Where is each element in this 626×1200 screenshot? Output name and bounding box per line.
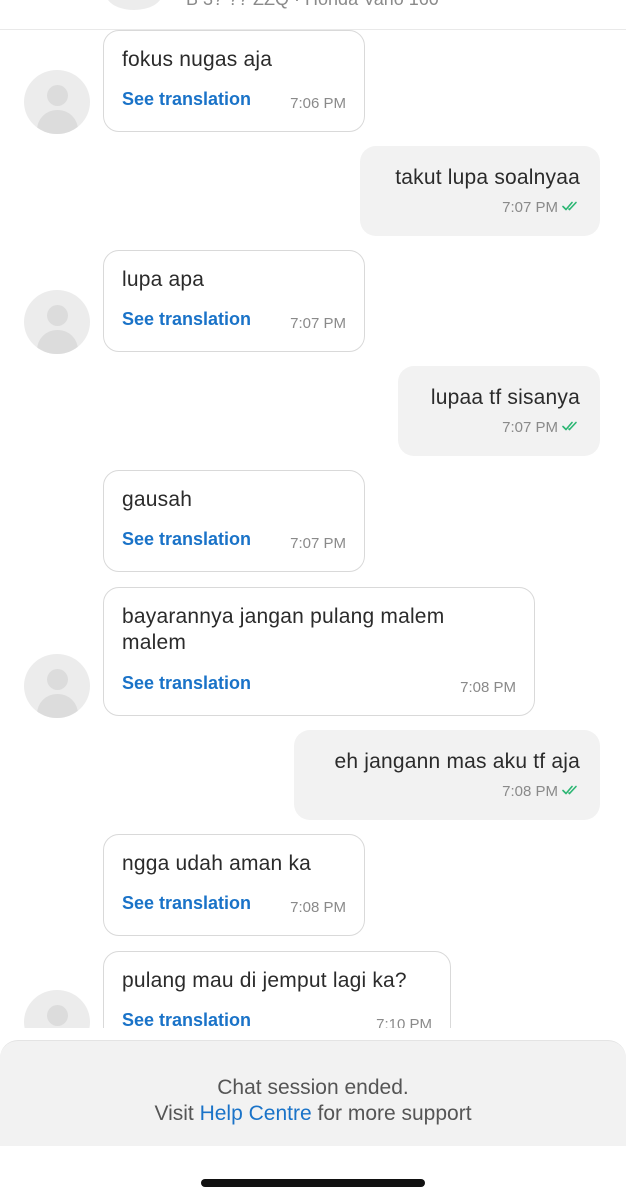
incoming-message[interactable]: lupa apa See translation 7:07 PM bbox=[103, 250, 365, 352]
bottom-safe-area bbox=[0, 1146, 626, 1200]
session-ended-text: Chat session ended. bbox=[217, 1076, 409, 1099]
double-check-icon bbox=[562, 201, 577, 211]
support-text: Visit Help Centre for more support bbox=[0, 1102, 626, 1126]
sender-avatar-icon bbox=[24, 990, 90, 1028]
incoming-message[interactable]: fokus nugas aja See translation 7:06 PM bbox=[103, 30, 365, 132]
message-text: pulang mau di jemput lagi ka? bbox=[122, 969, 407, 992]
see-translation-link[interactable]: See translation bbox=[122, 673, 251, 694]
sender-avatar-icon bbox=[24, 654, 90, 718]
outgoing-message[interactable]: eh jangann mas aku tf aja 7:08 PM bbox=[294, 730, 600, 820]
double-check-icon bbox=[562, 421, 577, 431]
see-translation-link[interactable]: See translation bbox=[122, 1010, 251, 1028]
incoming-message[interactable]: bayarannya jangan pulang malem malem See… bbox=[103, 587, 535, 716]
message-time: 7:07 PM bbox=[502, 199, 558, 216]
see-translation-link[interactable]: See translation bbox=[122, 89, 251, 110]
incoming-message[interactable]: gausah See translation 7:07 PM bbox=[103, 470, 365, 572]
see-translation-link[interactable]: See translation bbox=[122, 893, 251, 914]
vehicle-info: B 3? ?? ZZQ · Honda Vario 160 bbox=[186, 0, 439, 10]
outgoing-message[interactable]: lupaa tf sisanya 7:07 PM bbox=[398, 366, 600, 456]
incoming-message[interactable]: ngga udah aman ka See translation 7:08 P… bbox=[103, 834, 365, 936]
message-text: lupaa tf sisanya bbox=[430, 386, 580, 409]
message-text: fokus nugas aja bbox=[122, 48, 273, 71]
more-support-text: for more support bbox=[317, 1102, 472, 1125]
message-text: bayarannya jangan pulang malem malem bbox=[122, 605, 445, 654]
driver-avatar bbox=[106, 0, 162, 10]
visit-text: Visit bbox=[154, 1102, 194, 1125]
message-time: 7:08 PM bbox=[460, 679, 516, 696]
message-time: 7:07 PM bbox=[502, 419, 558, 436]
message-time: 7:07 PM bbox=[290, 535, 346, 552]
message-time: 7:08 PM bbox=[290, 899, 346, 916]
see-translation-link[interactable]: See translation bbox=[122, 309, 251, 330]
message-text: ngga udah aman ka bbox=[122, 852, 312, 875]
outgoing-message[interactable]: takut lupa soalnyaa 7:07 PM bbox=[360, 146, 600, 236]
see-translation-link[interactable]: See translation bbox=[122, 529, 251, 550]
sender-avatar-icon bbox=[24, 70, 90, 134]
message-time: 7:08 PM bbox=[502, 783, 558, 800]
message-time: 7:10 PM bbox=[376, 1016, 432, 1028]
message-text: lupa apa bbox=[122, 268, 205, 291]
message-time: 7:06 PM bbox=[290, 95, 346, 112]
home-indicator[interactable] bbox=[201, 1179, 425, 1187]
sender-avatar-icon bbox=[24, 290, 90, 354]
help-centre-link[interactable]: Help Centre bbox=[200, 1102, 312, 1125]
chat-session-ended-banner: Chat session ended. Visit Help Centre fo… bbox=[0, 1040, 626, 1146]
chat-header: B 3? ?? ZZQ · Honda Vario 160 bbox=[0, 0, 626, 30]
message-text: eh jangann mas aku tf aja bbox=[334, 750, 580, 773]
message-text: gausah bbox=[122, 488, 193, 511]
message-text: takut lupa soalnyaa bbox=[395, 166, 580, 189]
chat-message-list[interactable]: fokus nugas aja See translation 7:06 PM … bbox=[0, 30, 626, 1028]
incoming-message[interactable]: pulang mau di jemput lagi ka? See transl… bbox=[103, 951, 451, 1028]
double-check-icon bbox=[562, 785, 577, 795]
message-time: 7:07 PM bbox=[290, 315, 346, 332]
